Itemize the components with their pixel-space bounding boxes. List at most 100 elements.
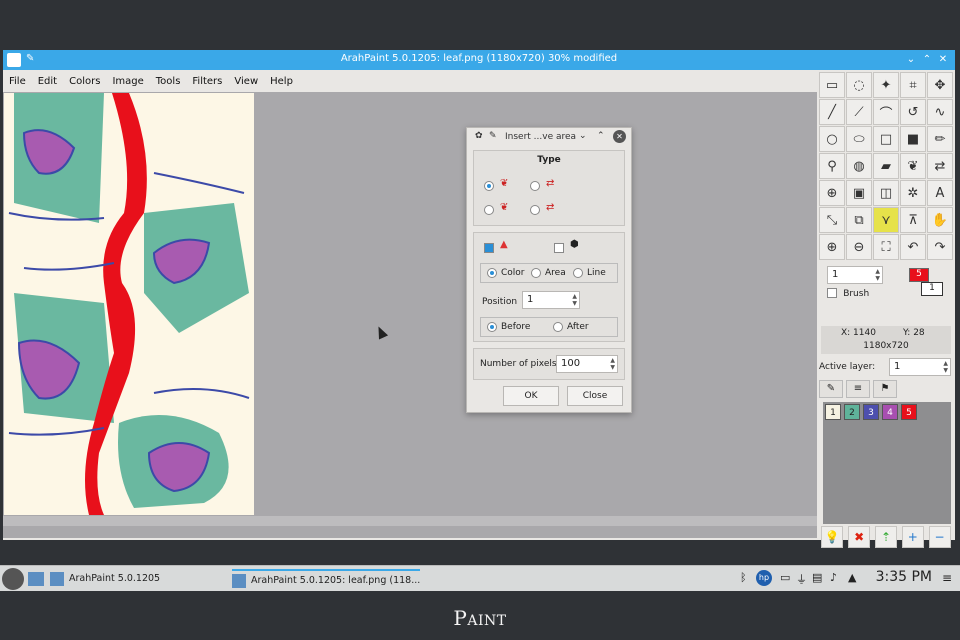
leaf-artwork[interactable] [4,93,254,515]
maximize-icon[interactable]: ⌃ [919,52,935,68]
remove-layer-icon[interactable]: − [928,526,951,548]
magic-wand-tool[interactable]: ✦ [873,72,899,98]
compass-tool[interactable]: ⊼ [900,207,926,233]
menu-colors[interactable]: Colors [63,76,106,87]
delete-layer-icon[interactable]: ✖ [848,526,871,548]
title-bar[interactable]: ✎ ArahPaint 5.0.1205: leaf.png (1180x720… [3,50,955,70]
layer-swatch-2[interactable]: 2 [844,404,860,420]
pixels-spinner[interactable]: 100 ▲ ▼ [556,355,618,373]
menu-help[interactable]: Help [264,76,299,87]
lasso-tool[interactable]: ◌ [846,72,872,98]
horizontal-scrollbar[interactable] [3,516,817,526]
type-radio-2[interactable] [530,181,540,191]
close-button[interactable]: Close [567,386,623,406]
dialog-title-bar[interactable]: ✿ ✎ Insert ...ve area ⌄ ⌃ ✕ [467,128,631,146]
scale-tool[interactable]: ⤡ [819,207,845,233]
usb-icon[interactable]: ⏚ [796,571,807,587]
type-radio-4[interactable] [530,205,540,215]
add-layer-icon[interactable]: + [901,526,924,548]
taskbar-item-window[interactable]: ArahPaint 5.0.1205: leaf.png (118... [232,569,421,589]
start-menu-icon[interactable] [2,568,24,590]
desktop-icon[interactable] [28,572,44,586]
dialog-maximize-icon[interactable]: ⌃ [597,131,605,141]
hand-tool[interactable]: ✋ [927,207,953,233]
curve-tool[interactable]: ⌒ [873,99,899,125]
eraser-tool[interactable]: ▰ [873,153,899,179]
bezier-tool[interactable]: ∿ [927,99,953,125]
menu-image[interactable]: Image [106,76,149,87]
menu-view[interactable]: View [228,76,264,87]
spinner-arrows-icon[interactable]: ▲ ▼ [875,268,880,282]
wifi-icon[interactable]: ▲ [848,571,856,584]
canvas-area[interactable] [3,92,817,538]
spinner-arrows-icon[interactable]: ▲ ▼ [572,293,577,307]
menu-tools[interactable]: Tools [150,76,187,87]
move-tool[interactable]: ✥ [927,72,953,98]
layer-swatch-3[interactable]: 3 [863,404,879,420]
mode-radio-color[interactable] [487,268,497,278]
tab-stamp[interactable]: ⚑ [873,380,897,398]
brush-size-spinner[interactable]: 1 ▲ ▼ [827,266,883,284]
menu-icon[interactable]: ≡ [942,571,952,585]
layer-swatch-5[interactable]: 5 [901,404,917,420]
tab-layers[interactable]: ≡ [846,380,870,398]
ellipse-tool[interactable]: ⬭ [846,126,872,152]
rect-select-tool[interactable]: ▭ [819,72,845,98]
image-tool[interactable]: ▣ [846,180,872,206]
eyedropper-tool[interactable]: ⚲ [819,153,845,179]
color-replace-tool[interactable]: ❦ [900,153,926,179]
filled-rect-tool[interactable]: ■ [900,126,926,152]
mode-radio-area[interactable] [531,268,541,278]
layer-swatch-1[interactable]: 1 [825,404,841,420]
foreground-color-swatch[interactable]: 5 [909,268,929,282]
battery-icon[interactable]: ▭ [780,571,790,584]
layer-swatch-4[interactable]: 4 [882,404,898,420]
clock[interactable]: 3:35 PM [876,569,932,585]
spinner-arrows-icon[interactable]: ▲ ▼ [943,360,948,374]
merge-layer-icon[interactable]: ⇡ [874,526,897,548]
fill-tool[interactable]: ◍ [846,153,872,179]
polyline-tool[interactable]: ⟋ [846,99,872,125]
menu-file[interactable]: File [3,76,32,87]
undo-icon[interactable]: ↶ [900,234,926,260]
ok-button[interactable]: OK [503,386,559,406]
zoom-in-icon[interactable]: ⊕ [819,234,845,260]
area-checkbox[interactable] [484,243,494,253]
crop-tool[interactable]: ⌗ [900,72,926,98]
redo-icon[interactable]: ↷ [927,234,953,260]
type-radio-1[interactable] [484,181,494,191]
mirror-tool[interactable]: ◫ [873,180,899,206]
pencil-tool[interactable]: ✏ [927,126,953,152]
active-layer-spinner[interactable]: 1 ▲ ▼ [889,358,951,376]
brush-checkbox-row[interactable]: Brush [827,288,869,299]
position-spinner[interactable]: 1 ▲ ▼ [522,291,580,309]
type-radio-3[interactable] [484,205,494,215]
dialog-minimize-icon[interactable]: ⌄ [579,131,587,141]
circle-tool[interactable]: ○ [819,126,845,152]
fit-icon[interactable]: ⛶ [873,234,899,260]
mode-radio-line[interactable] [573,268,583,278]
close-window-icon[interactable]: ✕ [935,52,951,68]
spinner-arrows-icon[interactable]: ▲ ▼ [610,357,615,371]
lightbulb-icon[interactable]: 💡 [821,526,844,548]
dialog-pin-icon[interactable]: ✎ [489,131,497,141]
placement-radio-after[interactable] [553,322,563,332]
tab-palette[interactable]: ✎ [819,380,843,398]
placement-radio-before[interactable] [487,322,497,332]
text-tool[interactable]: A [927,180,953,206]
dialog-close-icon[interactable]: ✕ [613,130,626,143]
color-swap-tool[interactable]: ⇄ [927,153,953,179]
brush-checkbox[interactable] [827,288,837,298]
volume-icon[interactable]: ♪ [830,571,837,584]
minimize-icon[interactable]: ⌄ [903,52,919,68]
insert-area-tool[interactable]: ⋎ [873,207,899,233]
rectangle-tool[interactable]: □ [873,126,899,152]
arc-tool[interactable]: ↺ [900,99,926,125]
zoom-out-icon[interactable]: ⊖ [846,234,872,260]
hp-icon[interactable]: hp [756,570,772,586]
mask-checkbox[interactable] [554,243,564,253]
line-tool[interactable]: ╱ [819,99,845,125]
stamp-tool[interactable]: ⊕ [819,180,845,206]
menu-filters[interactable]: Filters [186,76,228,87]
menu-edit[interactable]: Edit [32,76,63,87]
